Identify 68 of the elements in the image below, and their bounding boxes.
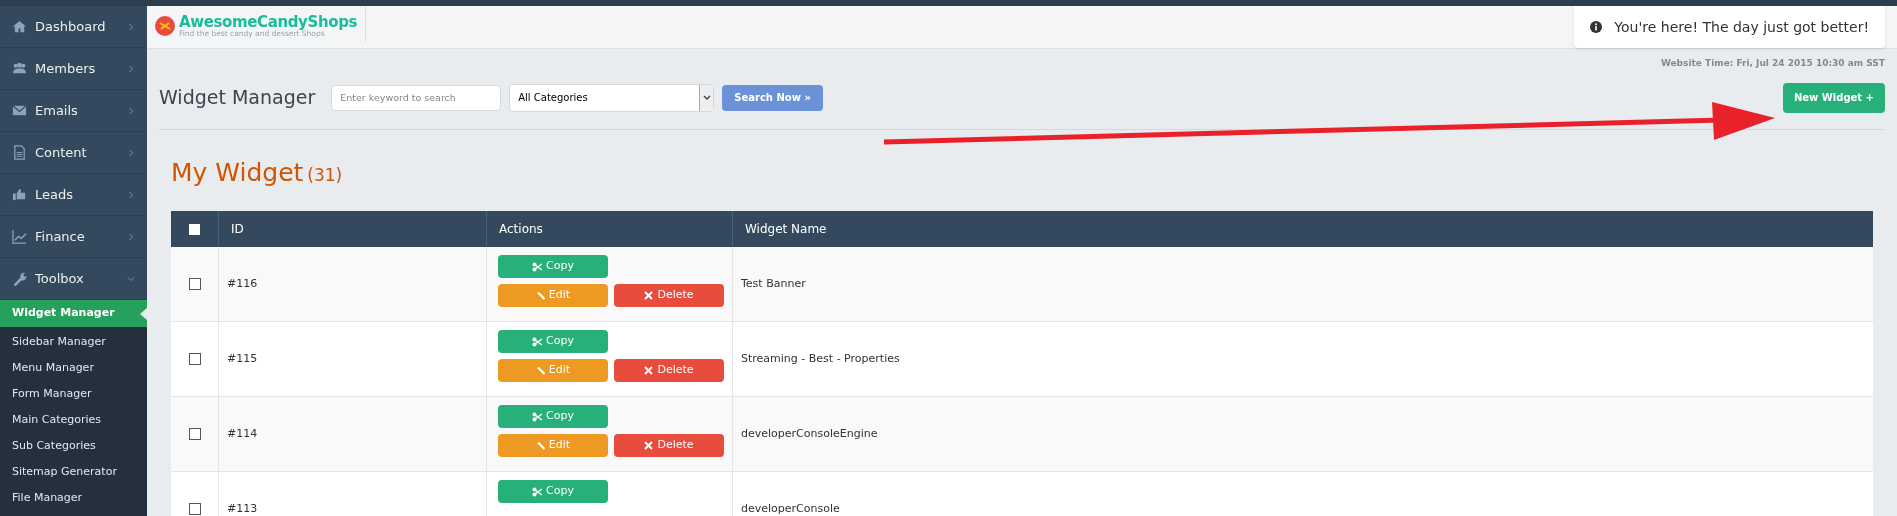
- table-cell-text: Test Banner: [741, 275, 806, 292]
- table-cell-text: #116: [227, 275, 258, 292]
- table-cell: #113: [227, 500, 258, 516]
- column-header: Actions: [499, 221, 543, 238]
- column-header: ID: [231, 221, 244, 238]
- chevron-right-icon: [127, 106, 135, 115]
- section-title: My Widget: [171, 156, 304, 189]
- chevron-down-icon: [127, 274, 135, 283]
- table-cell-text: Streaming - Best - Properties: [741, 350, 900, 367]
- sidebar-label: Toolbox: [35, 269, 85, 288]
- scissors-icon: [532, 411, 543, 422]
- sidebar-label: Content: [35, 143, 88, 162]
- dropdown-caret-icon: [699, 84, 714, 111]
- logo-name: AwesomeCandyShops: [179, 14, 358, 30]
- table-cell-text: #115: [227, 350, 258, 367]
- pencil-icon: [535, 366, 545, 375]
- document-icon: [12, 145, 27, 160]
- table-cell: developerConsole: [741, 500, 840, 516]
- candy-logo-icon: [155, 16, 175, 36]
- chevron-right-icon: [127, 232, 135, 241]
- row-checkbox[interactable]: [188, 428, 201, 440]
- submenu-item[interactable]: Form Manager: [0, 383, 147, 405]
- submenu-item[interactable]: Sub Categories: [0, 435, 147, 457]
- chevron-right-icon: [127, 148, 135, 157]
- sidebar-label: Emails: [35, 101, 79, 120]
- row-checkbox[interactable]: [188, 353, 201, 365]
- delete-button[interactable]: Delete: [614, 284, 724, 307]
- wrench-icon: [12, 271, 27, 286]
- cross-icon: [644, 366, 654, 375]
- cross-icon: [644, 291, 654, 300]
- widget-count: (31): [307, 163, 343, 187]
- table-cell-text: developerConsoleEngine: [741, 425, 878, 442]
- sidebar-label: Dashboard: [35, 17, 107, 36]
- column-header: Widget Name: [745, 221, 827, 238]
- cross-icon: [644, 441, 654, 450]
- delete-button[interactable]: Delete: [614, 359, 724, 382]
- chevron-right-icon: [127, 190, 135, 199]
- table-cell-text: #114: [227, 425, 258, 442]
- pencil-icon: [535, 291, 545, 300]
- row-checkbox[interactable]: [188, 503, 201, 515]
- page-title: Widget Manager: [159, 85, 316, 111]
- line-chart-icon: [12, 229, 27, 244]
- submenu-item[interactable]: File Manager: [0, 487, 147, 509]
- submenu-item[interactable]: Main Categories: [0, 409, 147, 431]
- category-dropdown[interactable]: All Categories: [509, 83, 715, 112]
- chevron-right-icon: [127, 22, 135, 31]
- sidebar-label: Finance: [35, 227, 86, 246]
- row-checkbox[interactable]: [188, 278, 201, 290]
- info-icon: [1590, 21, 1603, 33]
- chevron-right-icon: [127, 64, 135, 73]
- thumbs-up-icon: [12, 187, 27, 202]
- select-all-checkbox[interactable]: [189, 223, 200, 235]
- notification-text: You're here! The day just got better!: [1614, 17, 1869, 37]
- search-field[interactable]: Enter keyword to search: [331, 84, 502, 111]
- house-icon: [12, 19, 27, 34]
- submenu-item[interactable]: Sidebar Manager: [0, 331, 147, 353]
- scissors-icon: [532, 336, 543, 347]
- scissors-icon: [532, 486, 543, 497]
- delete-button[interactable]: Delete: [614, 434, 724, 457]
- people-icon: [12, 61, 27, 76]
- submenu-item[interactable]: Menu Manager: [0, 357, 147, 379]
- website-time: Website Time: Fri, Jul 24 2015 10:30 am SST: [1660, 58, 1885, 68]
- sidebar-label: Leads: [35, 185, 74, 204]
- sidebar-label: Members: [35, 59, 97, 78]
- envelope-icon: [12, 103, 27, 118]
- pencil-icon: [535, 441, 545, 450]
- submenu-item[interactable]: Sitemap Generator: [0, 461, 147, 483]
- scissors-icon: [532, 261, 543, 272]
